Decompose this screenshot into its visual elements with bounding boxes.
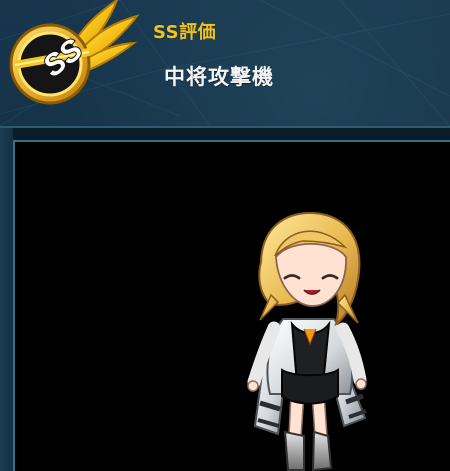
unit-name: 中将攻撃機	[164, 65, 274, 89]
unit-detail-screen: SS SS評価 中将攻撃機	[0, 0, 450, 471]
character-preview-window	[13, 140, 450, 471]
chibi-character-sprite	[247, 212, 367, 471]
character-legs	[283, 392, 333, 471]
unit-header: SS SS評価 中将攻撃機	[0, 0, 450, 126]
ss-rank-icon: SS	[9, 0, 140, 105]
rank-title: SS評価	[153, 22, 217, 43]
character-head	[258, 212, 361, 327]
character-preview-frame	[0, 126, 450, 471]
